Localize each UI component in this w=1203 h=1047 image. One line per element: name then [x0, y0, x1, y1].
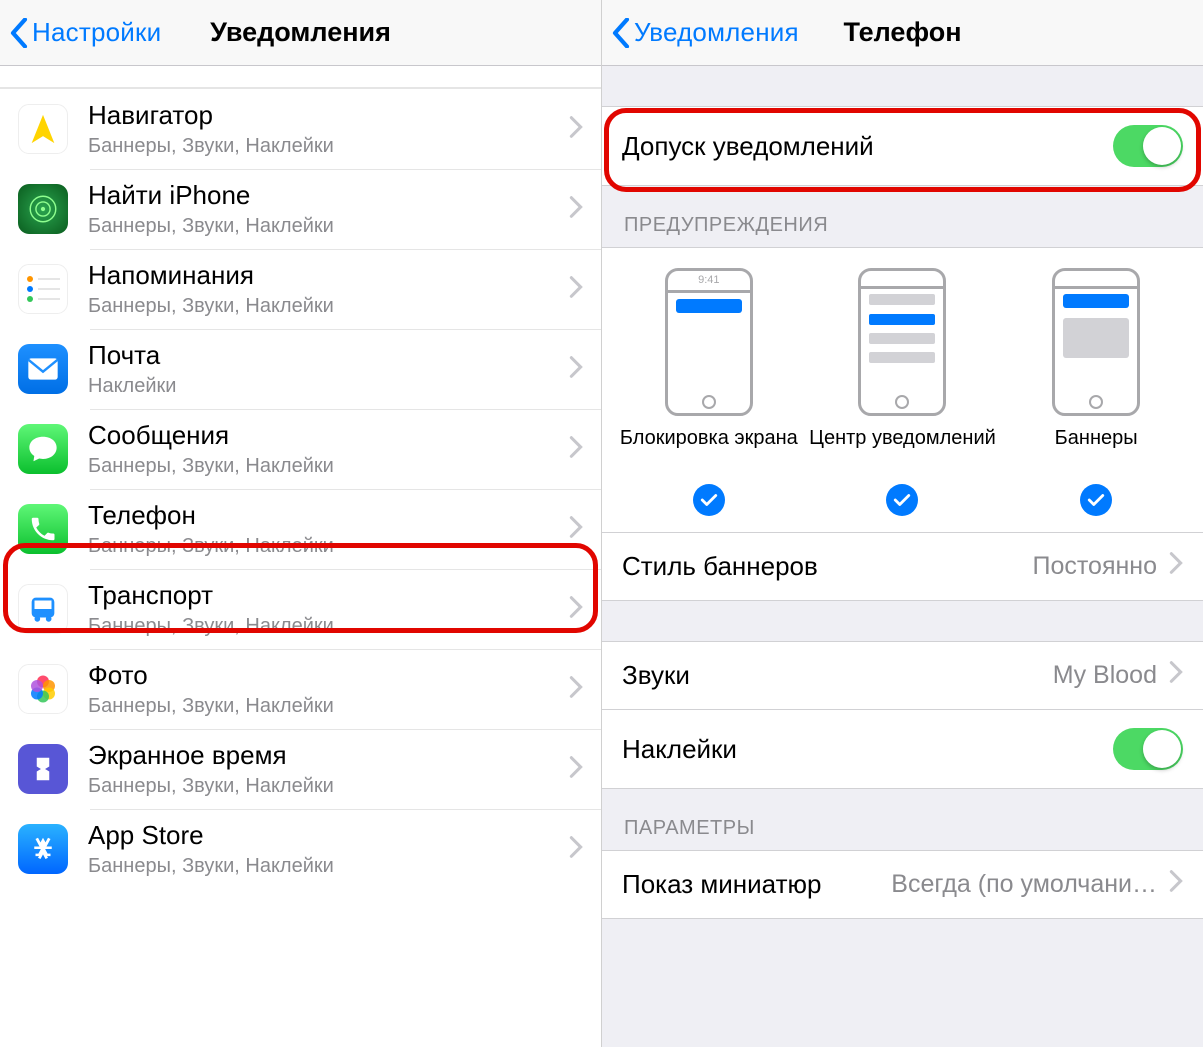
transit-icon: [18, 584, 68, 634]
app-row-navigator[interactable]: Навигатор Баннеры, Звуки, Наклейки: [0, 89, 601, 169]
navbar-left: Настройки Уведомления: [0, 0, 601, 66]
notifications-list-screen: Настройки Уведомления Навигатор Баннеры,…: [0, 0, 602, 1047]
sounds-label: Звуки: [622, 660, 690, 691]
alert-style-label: Баннеры: [1055, 426, 1138, 476]
app-row-photos[interactable]: Фото Баннеры, Звуки, Наклейки: [0, 649, 601, 729]
badges-cell[interactable]: Наклейки: [602, 710, 1203, 789]
app-row-reminders[interactable]: Напоминания Баннеры, Звуки, Наклейки: [0, 249, 601, 329]
chevron-right-icon: [1169, 660, 1183, 691]
checkmark-icon[interactable]: [693, 484, 725, 516]
badges-toggle[interactable]: [1113, 728, 1183, 770]
allow-notifications-cell[interactable]: Допуск уведомлений: [602, 106, 1203, 186]
checkmark-icon[interactable]: [1080, 484, 1112, 516]
app-row-phone[interactable]: Телефон Баннеры, Звуки, Наклейки: [0, 489, 601, 569]
allow-notifications-label: Допуск уведомлений: [622, 131, 874, 162]
app-title: Почта: [88, 340, 569, 371]
params-header: ПАРАМЕТРЫ: [602, 789, 1203, 850]
preview-value: Всегда (по умолчани…: [891, 870, 1157, 899]
phone-icon: [18, 504, 68, 554]
chevron-right-icon: [569, 835, 583, 864]
allow-notifications-toggle[interactable]: [1113, 125, 1183, 167]
mock-time: 9:41: [668, 271, 750, 293]
app-title: Напоминания: [88, 260, 569, 291]
app-title: Навигатор: [88, 100, 569, 131]
navbar-right: Уведомления Телефон: [602, 0, 1203, 66]
alert-style-label: Блокировка экрана: [620, 426, 798, 476]
chevron-right-icon: [569, 195, 583, 224]
chevron-right-icon: [569, 355, 583, 384]
app-subtitle: Баннеры, Звуки, Наклейки: [88, 775, 569, 798]
chevron-right-icon: [569, 435, 583, 464]
app-subtitle: Баннеры, Звуки, Наклейки: [88, 695, 569, 718]
alert-styles-section: 9:41 Блокировка экрана Центр уведомлений: [602, 247, 1203, 532]
app-subtitle: Баннеры, Звуки, Наклейки: [88, 855, 569, 878]
alert-style-banners[interactable]: Баннеры: [1000, 268, 1192, 516]
chevron-right-icon: [569, 275, 583, 304]
top-spacer: [602, 66, 1203, 106]
chevron-right-icon: [569, 595, 583, 624]
app-row-mail[interactable]: Почта Наклейки: [0, 329, 601, 409]
appstore-icon: [18, 824, 68, 874]
app-subtitle: Баннеры, Звуки, Наклейки: [88, 535, 569, 558]
app-subtitle: Баннеры, Звуки, Наклейки: [88, 615, 569, 638]
sounds-value: My Blood: [1053, 661, 1157, 690]
chevron-right-icon: [1169, 869, 1183, 900]
preview-label: Показ миниатюр: [622, 869, 821, 900]
find-iphone-icon: [18, 184, 68, 234]
preview-cell[interactable]: Показ миниатюр Всегда (по умолчани…: [602, 850, 1203, 919]
phone-notification-settings-screen: Уведомления Телефон Допуск уведомлений П…: [602, 0, 1203, 1047]
back-label-right: Уведомления: [634, 17, 799, 48]
app-subtitle: Баннеры, Звуки, Наклейки: [88, 135, 569, 158]
app-subtitle: Баннеры, Звуки, Наклейки: [88, 295, 569, 318]
photos-icon: [18, 664, 68, 714]
app-title: Фото: [88, 660, 569, 691]
app-row-messages[interactable]: Сообщения Баннеры, Звуки, Наклейки: [0, 409, 601, 489]
chevron-right-icon: [569, 675, 583, 704]
badges-label: Наклейки: [622, 734, 737, 765]
back-label-left: Настройки: [32, 17, 161, 48]
navigator-icon: [18, 104, 68, 154]
chevron-left-icon: [612, 18, 630, 48]
checkmark-icon[interactable]: [886, 484, 918, 516]
section-spacer: [602, 601, 1203, 641]
app-subtitle: Баннеры, Звуки, Наклейки: [88, 455, 569, 478]
app-title: Экранное время: [88, 740, 569, 771]
app-title: App Store: [88, 820, 569, 851]
chevron-right-icon: [569, 515, 583, 544]
app-subtitle: Наклейки: [88, 375, 569, 398]
app-row-appstore[interactable]: App Store Баннеры, Звуки, Наклейки: [0, 809, 601, 889]
list-top-divider: [0, 66, 601, 88]
sounds-cell[interactable]: Звуки My Blood: [602, 641, 1203, 710]
app-row-transit[interactable]: Транспорт Баннеры, Звуки, Наклейки: [0, 569, 601, 649]
back-button-right[interactable]: Уведомления: [612, 17, 799, 48]
messages-icon: [18, 424, 68, 474]
app-title: Телефон: [88, 500, 569, 531]
screentime-icon: [18, 744, 68, 794]
banner-style-value: Постоянно: [1033, 552, 1158, 581]
app-subtitle: Баннеры, Звуки, Наклейки: [88, 215, 569, 238]
app-title: Сообщения: [88, 420, 569, 451]
banner-style-label: Стиль баннеров: [622, 551, 818, 582]
notification-center-mock-icon: [858, 268, 946, 416]
mail-icon: [18, 344, 68, 394]
alert-style-label: Центр уведомлений: [809, 426, 996, 476]
app-title: Транспорт: [88, 580, 569, 611]
chevron-right-icon: [569, 755, 583, 784]
alerts-header: ПРЕДУПРЕЖДЕНИЯ: [602, 186, 1203, 247]
app-list: Навигатор Баннеры, Звуки, Наклейки Найти…: [0, 88, 601, 889]
chevron-right-icon: [569, 115, 583, 144]
lockscreen-mock-icon: 9:41: [665, 268, 753, 416]
reminders-icon: [18, 264, 68, 314]
chevron-right-icon: [1169, 551, 1183, 582]
banners-mock-icon: [1052, 268, 1140, 416]
app-row-screentime[interactable]: Экранное время Баннеры, Звуки, Наклейки: [0, 729, 601, 809]
alert-style-lockscreen[interactable]: 9:41 Блокировка экрана: [613, 268, 805, 516]
back-button-left[interactable]: Настройки: [10, 17, 161, 48]
banner-style-cell[interactable]: Стиль баннеров Постоянно: [602, 532, 1203, 601]
chevron-left-icon: [10, 18, 28, 48]
app-title: Найти iPhone: [88, 180, 569, 211]
app-row-find-iphone[interactable]: Найти iPhone Баннеры, Звуки, Наклейки: [0, 169, 601, 249]
alert-style-notification-center[interactable]: Центр уведомлений: [807, 268, 999, 516]
